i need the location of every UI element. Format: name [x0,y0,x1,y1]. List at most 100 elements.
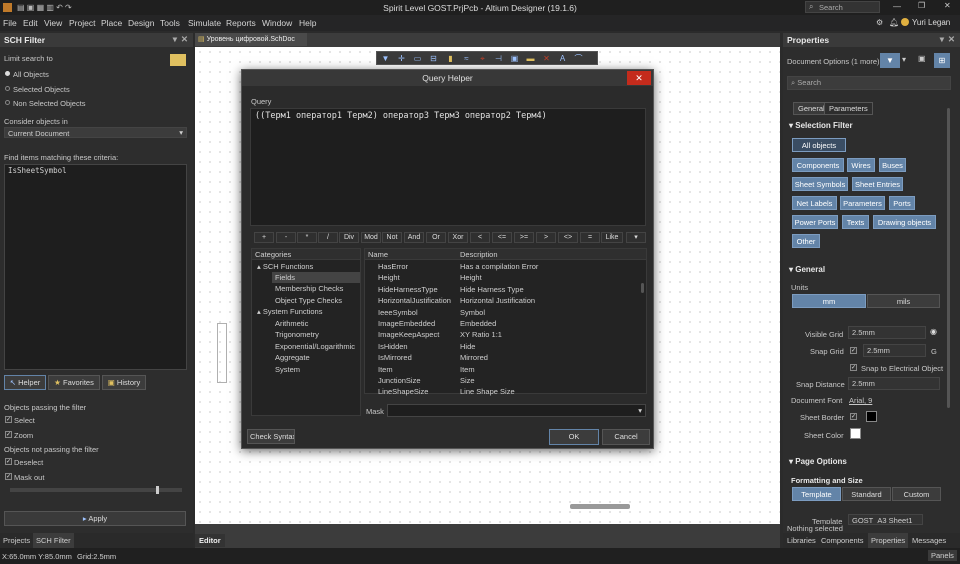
sheet-color-swatch[interactable] [850,428,861,439]
function-row[interactable]: HasError Has a compilation Error [365,262,635,273]
category-trigonometry[interactable]: Trigonometry [275,330,319,339]
op-lt-button[interactable]: < [470,232,490,243]
function-row[interactable]: ImageKeepAspect XY Ratio 1:1 [365,330,635,341]
sheet-border-checkbox[interactable]: ✓ [850,413,857,420]
menu-edit[interactable]: Edit [23,18,38,28]
filter-net-labels[interactable]: Net Labels [792,196,837,210]
category-system-functions[interactable]: ▴ System Functions [257,307,322,316]
folder-icon[interactable] [170,54,186,66]
sheet-border-color[interactable] [866,411,877,422]
port-icon[interactable]: ▬ [526,54,535,63]
query-textarea[interactable]: ((Терм1 оператор1 Терм2) оператор3 Терм3… [250,108,646,226]
function-row[interactable]: Height Height [365,273,635,284]
category-object-type-checks[interactable]: Object Type Checks [275,296,342,305]
align-icon[interactable]: ⊟ [429,54,438,63]
op-not-button[interactable]: Not [382,232,402,243]
filter-components[interactable]: Components [792,158,844,172]
column-description[interactable]: Description [460,250,498,259]
format-standard-button[interactable]: Standard [842,487,891,501]
category-system[interactable]: System [275,365,300,374]
gear-icon[interactable]: ⚙ [876,18,883,27]
user-name[interactable]: Yuri Legan [912,18,950,27]
categories-list[interactable]: Categories ▴ SCH Functions Fields Member… [251,248,361,416]
pin-icon[interactable]: ▾ [173,34,177,45]
op-plus-button[interactable]: + [254,232,274,243]
function-row[interactable]: Item Item [365,365,635,376]
op-ne-button[interactable]: <> [558,232,578,243]
check-syntax-button[interactable]: Check Syntax [247,429,295,444]
document-tab[interactable]: ▤ Уровень цифровой.SchDoc [195,33,307,46]
minimize-icon[interactable]: — [893,2,901,11]
shape-icon[interactable]: ⌒ [574,54,583,63]
category-aggregate[interactable]: Aggregate [275,353,310,362]
close-icon[interactable]: ✕ [181,34,188,45]
filter-other[interactable]: Other [792,234,820,248]
avatar[interactable] [901,18,909,26]
radio-non-selected-objects[interactable] [5,100,10,105]
close-icon[interactable]: ✕ [944,1,951,10]
tab-sch-filter[interactable]: SCH Filter [33,533,74,548]
bell-icon[interactable]: 🔔︎ [889,18,899,27]
op-ge-button[interactable]: >= [514,232,534,243]
radio-all-objects[interactable] [5,71,10,76]
close-icon[interactable]: ✕ [948,34,955,45]
properties-search[interactable]: ⌕ Search [787,76,951,90]
category-exponential[interactable]: Exponential/Logarithmic [275,342,355,351]
tab-helper[interactable]: ↖ Helper [4,375,46,390]
apply-button[interactable]: ▸ Apply [4,511,186,526]
panels-button[interactable]: Panels [928,550,957,561]
snap-grid-checkbox[interactable]: ✓ [850,347,857,354]
pin-icon[interactable]: ▾ [940,34,944,45]
no-erc-icon[interactable]: ✕ [542,54,551,63]
op-gt-button[interactable]: > [536,232,556,243]
visible-grid-input[interactable]: 2.5mm [848,326,926,339]
filter-buses[interactable]: Buses [879,158,906,172]
horizontal-scrollbar[interactable] [570,504,630,509]
filter-wires[interactable]: Wires [847,158,875,172]
zoom-checkbox[interactable]: ✓ [5,431,12,438]
filter-all-objects[interactable]: All objects [792,138,846,152]
select-checkbox[interactable]: ✓ [5,416,12,423]
query-editor[interactable]: IsSheetSymbol [4,164,187,370]
document-font-link[interactable]: Arial, 9 [849,396,872,405]
filter-icon[interactable]: ▼ [381,54,390,63]
function-row[interactable]: LineShapeSize Line Shape Size [365,387,635,398]
component-icon[interactable]: ▮ [446,54,455,63]
sheet-symbol-icon[interactable]: ▣ [510,54,519,63]
tab-projects[interactable]: Projects [3,536,30,545]
units-mm-button[interactable]: mm [792,294,866,308]
menu-project[interactable]: Project [69,18,95,28]
function-row[interactable]: ImageEmbedded Embedded [365,319,635,330]
filter-parameters[interactable]: Parameters [840,196,885,210]
op-or-button[interactable]: Or [426,232,446,243]
category-arithmetic[interactable]: Arithmetic [275,319,308,328]
op-mod-button[interactable]: Mod [361,232,381,243]
chevron-down-icon[interactable]: ▾ [626,232,646,243]
move-icon[interactable]: ✛ [397,54,406,63]
cancel-button[interactable]: Cancel [602,429,650,445]
radio-selected-objects[interactable] [5,86,10,91]
format-template-button[interactable]: Template [792,487,841,501]
op-eq-button[interactable]: = [580,232,600,243]
select-icon[interactable]: ▭ [413,54,422,63]
tab-favorites[interactable]: ★ Favorites [48,375,100,390]
slider-handle[interactable] [156,486,159,494]
harness-icon[interactable]: ⊣ [494,54,503,63]
menu-file[interactable]: File [3,18,17,28]
tab-components[interactable]: Components [821,536,864,545]
deselect-checkbox[interactable]: ✓ [5,458,12,465]
function-row[interactable]: IeeeSymbol Symbol [365,308,635,319]
tab-messages[interactable]: Messages [912,536,946,545]
chevron-down-icon[interactable]: ▾ [902,55,906,64]
menu-design[interactable]: Design [128,18,154,28]
global-search[interactable]: ⌕ Search [805,1,880,13]
tab-parameters[interactable]: Parameters [824,102,873,115]
power-port-icon[interactable]: ⌖ [478,54,487,63]
op-multiply-button[interactable]: * [297,232,317,243]
column-name[interactable]: Name [368,250,388,259]
menu-window[interactable]: Window [262,18,292,28]
functions-list[interactable]: Name Description HasError Has a compilati… [364,248,647,396]
snap-grid-input[interactable]: 2.5mm [863,344,926,357]
menu-help[interactable]: Help [299,18,316,28]
tab-properties[interactable]: Properties [868,533,909,548]
